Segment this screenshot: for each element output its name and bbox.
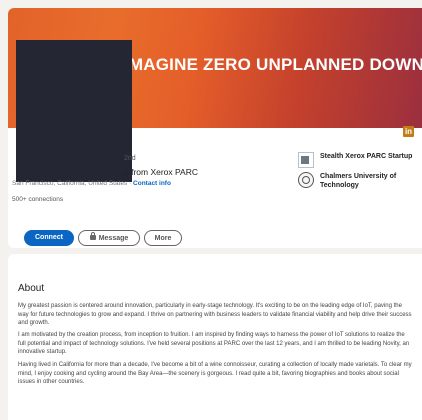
contact-info-link[interactable]: Contact info xyxy=(133,180,171,187)
connect-button[interactable]: Connect xyxy=(24,230,74,246)
profile-page: IMAGINE ZERO UNPLANNED DOWNTIME in 2nd p… xyxy=(0,0,422,420)
about-title: About xyxy=(18,283,45,294)
profile-location-line: San Francisco, California, United States… xyxy=(12,180,171,187)
profile-top-card: IMAGINE ZERO UNPLANNED DOWNTIME xyxy=(8,8,422,248)
message-button[interactable]: Message xyxy=(78,230,140,246)
experience-name: Stealth Xerox PARC Startup xyxy=(320,153,413,160)
university-seal-icon xyxy=(298,172,314,188)
about-paragraph: Having lived in California for more than… xyxy=(18,362,412,385)
profile-avatar[interactable] xyxy=(16,40,132,182)
education-item-chalmers[interactable]: Chalmers University of Technology xyxy=(298,172,420,190)
about-paragraph: My greatest passion is centered around i… xyxy=(18,303,412,326)
lock-icon xyxy=(89,232,96,240)
education-name: Chalmers University of Technology xyxy=(320,173,397,189)
building-icon xyxy=(298,152,314,168)
experience-item-stealth[interactable]: Stealth Xerox PARC Startup xyxy=(298,152,420,168)
profile-location: San Francisco, California, United States… xyxy=(12,180,132,187)
connection-degree: 2nd xyxy=(124,155,136,162)
connections-count[interactable]: 500+ connections xyxy=(12,196,63,203)
message-label: Message xyxy=(98,235,129,242)
more-button[interactable]: More xyxy=(144,230,182,246)
linkedin-icon[interactable]: in xyxy=(403,126,414,137)
about-paragraph: I am motivated by the creation process, … xyxy=(18,332,410,355)
banner-text: IMAGINE ZERO UNPLANNED DOWNTIME xyxy=(124,55,422,74)
profile-headline: p from Xerox PARC xyxy=(124,167,199,177)
